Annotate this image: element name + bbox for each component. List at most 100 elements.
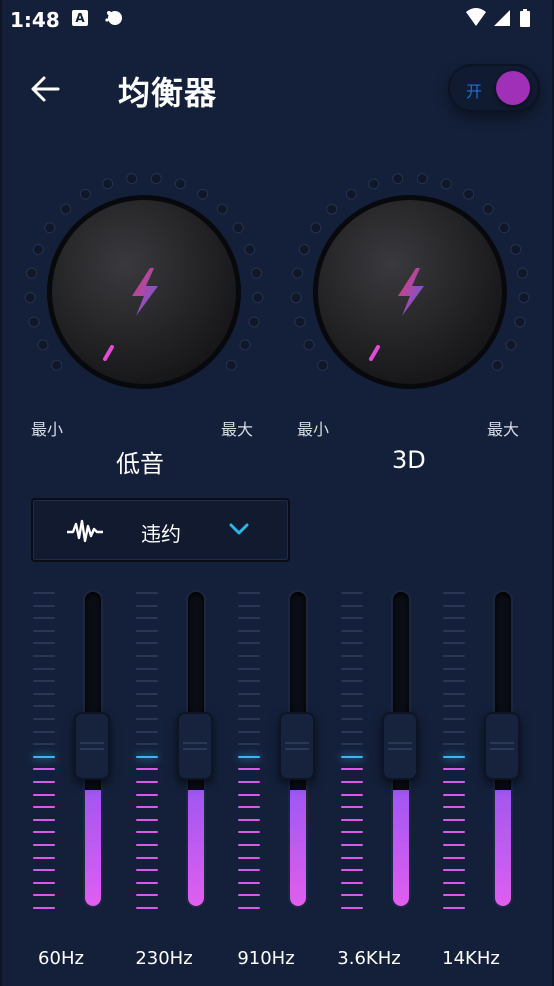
eq-tick [238,755,260,758]
eq-tick [238,655,260,657]
eq-tick [443,743,465,746]
eq-tick [341,718,363,720]
eq-tick [443,755,465,758]
eq-tick [443,604,465,607]
chevron-down-icon [229,523,249,535]
eq-tick [443,680,465,683]
3d-max-label: 最大 [487,420,520,439]
eq-tick [33,768,55,771]
eq-tick [136,642,158,645]
eq-tick [238,680,260,683]
eq-tick [33,667,55,670]
eq-band [341,580,441,920]
eq-tick [238,705,260,708]
eq-tick [341,692,363,695]
eq-tick [33,592,55,594]
eq-tick [341,604,363,607]
eq-tick [33,680,55,683]
eq-tick [443,781,465,783]
eq-tick [33,692,55,695]
eq-tick [136,743,158,746]
knob-dot [317,359,329,371]
eq-tick [443,705,465,708]
knob-dot [24,292,36,304]
eq-frequency-label: 230Hz [135,948,193,969]
eq-tick [136,907,158,909]
knob-dot [37,339,49,351]
status-icons [466,8,530,27]
eq-slider-thumb[interactable] [74,712,110,780]
eq-tick [33,642,55,645]
eq-tick [136,856,158,859]
notification-a-icon: A [72,10,88,26]
eq-slider-thumb[interactable] [177,712,213,780]
eq-tick [136,692,158,695]
eq-tick [443,856,465,859]
knob-dot [174,178,186,190]
eq-tick [443,667,465,670]
3d-title: 3D [392,446,426,474]
eq-tick [33,831,55,834]
bass-knob[interactable] [24,172,264,412]
eq-slider-thumb[interactable] [484,712,520,780]
eq-tick [443,881,465,884]
eq-tick [341,629,363,632]
eq-tick [443,844,465,846]
eq-tick [443,831,465,834]
knob-dot [79,188,91,200]
eq-tick [136,680,158,683]
eq-tick [341,768,363,771]
3d-knob[interactable] [290,172,530,412]
knob-dot [498,222,510,234]
knob-dot [392,173,404,185]
preset-dropdown[interactable]: 违约 [31,498,290,562]
eq-band [238,580,338,920]
eq-slider-thumb[interactable] [382,712,418,780]
eq-tick [238,617,260,620]
notification-cloud-icon [105,11,122,25]
eq-tick [341,592,363,594]
eq-tick [443,730,465,733]
knob-dot [244,243,256,255]
eq-scale [33,580,59,920]
power-toggle-label: 开 [466,82,483,101]
eq-tick [443,907,465,909]
eq-frequency-label: 14KHz [442,948,500,969]
eq-tick [238,818,260,821]
eq-tick [33,655,55,657]
eq-tick [341,755,363,758]
eq-tick [33,793,55,796]
eq-tick [136,755,158,758]
eq-tick [341,793,363,796]
eq-tick [33,705,55,708]
knob-dot [440,178,452,190]
eq-slider-fill [393,790,409,906]
knob-dot [126,173,138,185]
eq-tick [33,806,55,809]
eq-scale [443,580,469,920]
knob-dot [345,188,357,200]
knob-dot [197,188,209,200]
knob-dot [294,316,306,328]
eq-tick [136,617,158,620]
eq-tick [238,831,260,834]
back-arrow-icon[interactable] [28,72,62,106]
knob-dot [250,267,262,279]
eq-tick [238,781,260,783]
eq-scale [238,580,264,920]
eq-tick [33,844,55,846]
eq-tick [341,705,363,708]
eq-tick [238,869,260,872]
knob-dot [518,292,530,304]
eq-tick [33,856,55,859]
eq-tick [443,793,465,796]
eq-tick [443,629,465,632]
eq-tick [238,806,260,809]
eq-slider-thumb[interactable] [279,712,315,780]
eq-tick [33,894,55,897]
eq-tick [136,604,158,607]
eq-tick [341,667,363,670]
power-toggle[interactable]: 开 [448,64,540,112]
eq-tick [341,881,363,884]
eq-tick [238,844,260,846]
